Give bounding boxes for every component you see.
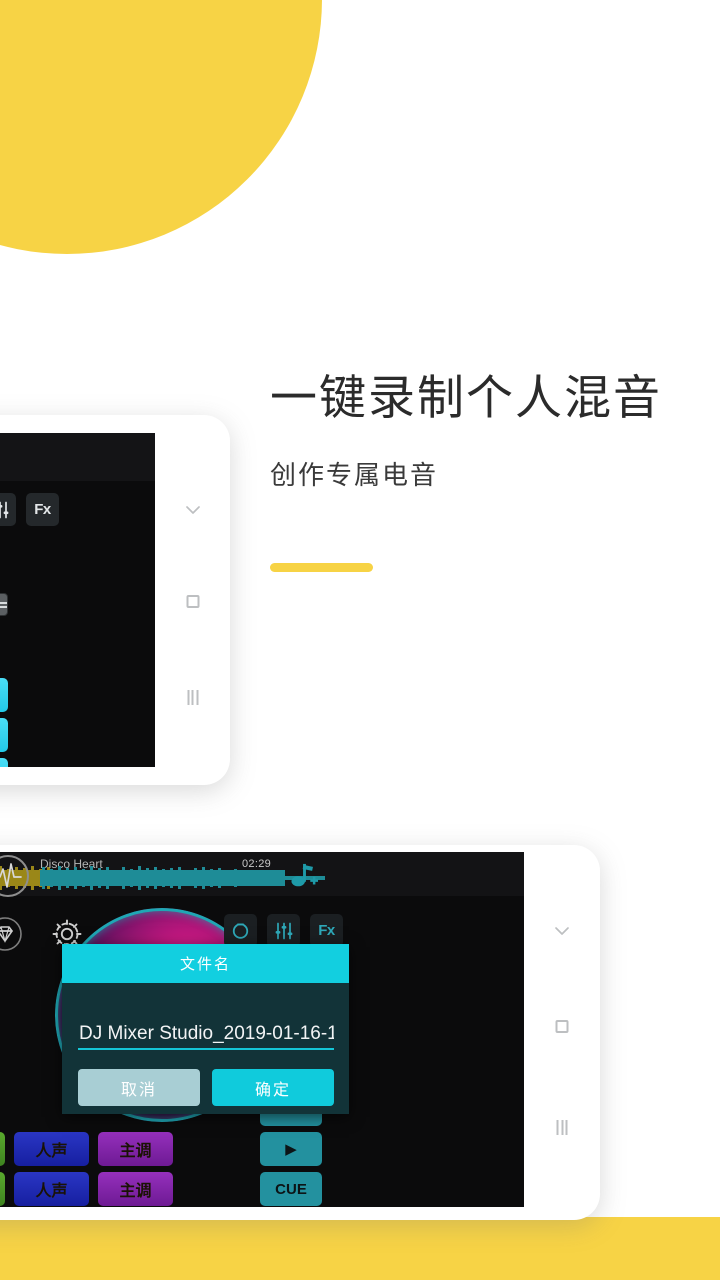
three-bars-icon-top[interactable] xyxy=(187,690,198,705)
pad-r2-4-label: 人声 xyxy=(35,1183,68,1200)
dj-app-screen-bottom: 03:41 Disco Heart xyxy=(0,852,524,1207)
equalizer-icon-bottom[interactable] xyxy=(267,914,300,947)
cue-button-bottom[interactable]: CUE xyxy=(260,1172,322,1206)
confirm-button-label: 确定 xyxy=(254,1081,291,1099)
pad-row-1-bottom: 低音 鼓 循环 合成 人声 主调 xyxy=(0,1132,173,1166)
play-label-bottom: ▶ xyxy=(285,1141,297,1158)
deck-topbar-top: 02:29 xyxy=(0,433,155,481)
fx-button-label-top: Fx xyxy=(34,501,51,518)
dialog-actions: 取消 确定 xyxy=(78,1069,334,1106)
diamond-icon-bottom[interactable] xyxy=(0,914,25,954)
promo-accent-rule xyxy=(270,563,373,572)
volume-fader-top[interactable] xyxy=(0,543,9,683)
pad-r1-4[interactable]: 人声 xyxy=(14,1132,89,1166)
pad-r2-5-label: 主调 xyxy=(119,1183,152,1200)
screenshot-root: 一键录制个人混音 创作专属电音 02:29 xyxy=(0,0,720,1280)
pad-r1-4-label: 人声 xyxy=(35,1143,68,1160)
phone-mockup-bottom: 03:41 Disco Heart xyxy=(0,845,600,1220)
pad-r1-5[interactable]: 主调 xyxy=(98,1132,173,1166)
pad-r1-3[interactable]: 合成 xyxy=(0,1132,5,1166)
square-icon-bottom[interactable] xyxy=(555,1020,569,1033)
decorative-yellow-circle xyxy=(0,0,322,254)
chevron-down-icon-bottom[interactable] xyxy=(552,921,572,941)
square-icon-top[interactable] xyxy=(186,595,199,608)
pad-row-2-bottom: 低音 鼓 循环 合成 人声 主调 xyxy=(0,1172,173,1206)
deck-toolbar-top: Fx xyxy=(0,493,59,526)
waveform-right-bottom xyxy=(40,865,370,891)
fx-button-top[interactable]: Fx xyxy=(26,493,59,526)
cancel-button-label: 取消 xyxy=(120,1081,157,1099)
promo-title: 一键录制个人混音 xyxy=(270,371,662,424)
filename-input-value: DJ Mixer Studio_2019-01-16-10-15 xyxy=(79,1023,334,1044)
decorative-yellow-band xyxy=(0,1217,720,1280)
play-button-bottom[interactable]: ▶ xyxy=(260,1132,322,1166)
confirm-button[interactable]: 确定 xyxy=(212,1069,334,1106)
cancel-button[interactable]: 取消 xyxy=(78,1069,200,1106)
pad-r2-3[interactable]: 合成 xyxy=(0,1172,5,1206)
deck-topbar-bottom: 03:41 Disco Heart xyxy=(0,852,524,897)
dialog-title-label: 文件名 xyxy=(179,956,231,973)
sync-button-visible-top[interactable]: SYNC xyxy=(0,678,8,712)
loop-icon-bottom[interactable] xyxy=(224,914,257,947)
add-music-note-icon-bottom[interactable] xyxy=(290,862,319,894)
fx-button-bottom[interactable]: Fx xyxy=(310,914,343,947)
pad-r2-4[interactable]: 人声 xyxy=(14,1172,89,1206)
three-bars-icon-bottom[interactable] xyxy=(556,1120,568,1135)
promo-copy: 一键录制个人混音 创作专属电音 xyxy=(270,371,710,492)
pad-r2-5[interactable]: 主调 xyxy=(98,1172,173,1206)
fx-button-label-bottom: Fx xyxy=(318,922,335,939)
cue-button-top[interactable]: CUE xyxy=(0,758,8,767)
chevron-down-icon-top[interactable] xyxy=(183,500,203,520)
equalizer-icon-top[interactable] xyxy=(0,493,16,526)
filename-input[interactable]: DJ Mixer Studio_2019-01-16-10-15 xyxy=(78,1020,334,1050)
play-button-top[interactable]: ▶ xyxy=(0,718,8,752)
pad-r1-5-label: 主调 xyxy=(119,1143,152,1160)
android-nav-rail-top xyxy=(155,415,230,785)
dialog-body: DJ Mixer Studio_2019-01-16-10-15 取消 确定 xyxy=(62,983,349,1114)
dialog-title-bar: 文件名 xyxy=(62,944,349,983)
phone-mockup-top: 02:29 xyxy=(0,415,230,785)
deck-toolbar-bottom: Fx xyxy=(224,914,343,947)
android-nav-rail-bottom xyxy=(524,845,600,1220)
promo-subtitle: 创作专属电音 xyxy=(270,459,439,490)
cue-label-bottom: CUE xyxy=(275,1180,307,1198)
deck-time-right-bottom: 02:29 xyxy=(242,858,272,870)
save-file-dialog: 文件名 DJ Mixer Studio_2019-01-16-10-15 取消 … xyxy=(62,944,349,1114)
dj-app-screen-top: 02:29 xyxy=(0,433,155,767)
